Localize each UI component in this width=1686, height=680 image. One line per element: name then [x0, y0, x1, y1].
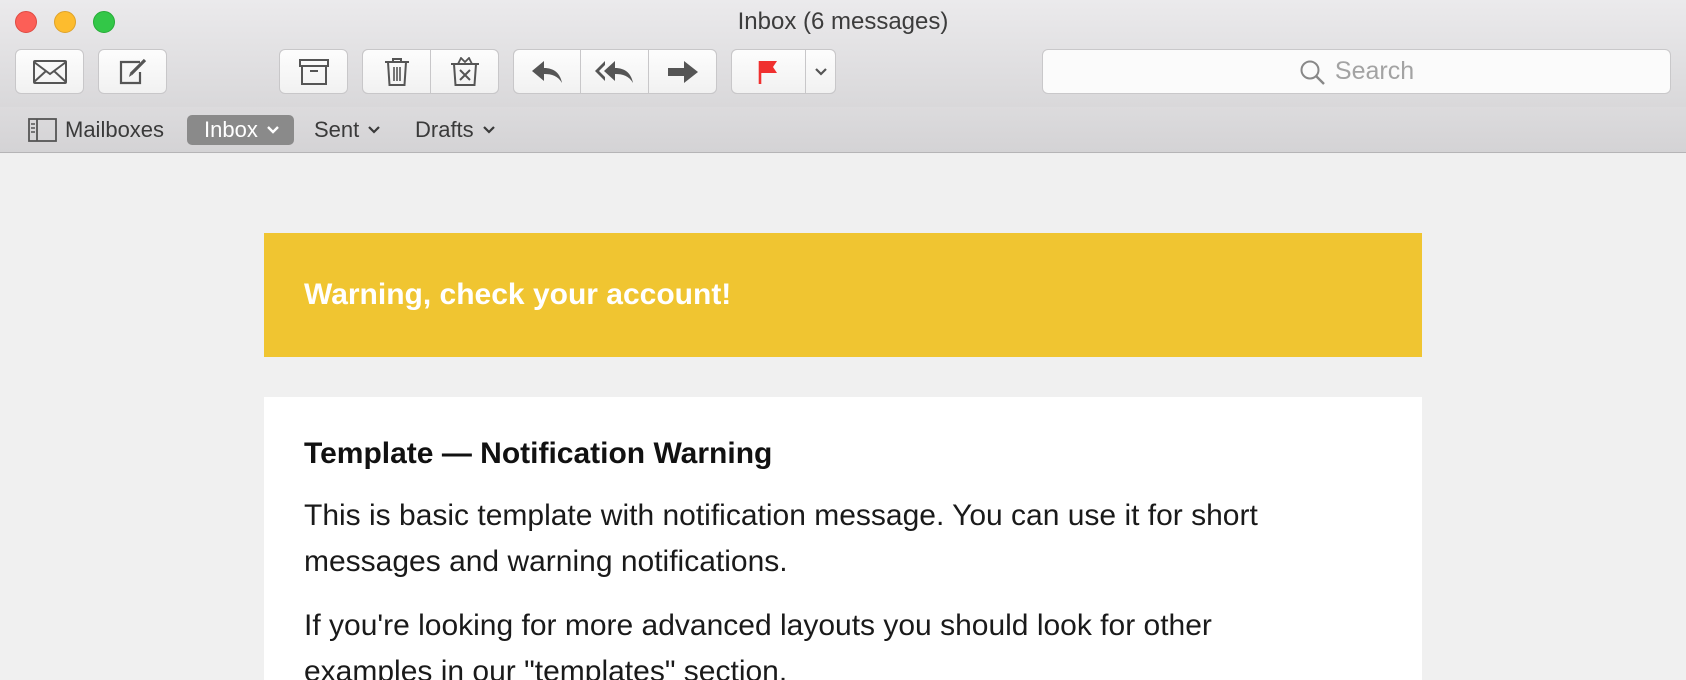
archive-button[interactable]	[279, 49, 348, 94]
envelope-icon	[32, 59, 67, 84]
message-paragraph: If you're looking for more advanced layo…	[304, 609, 1212, 680]
reply-all-icon	[594, 60, 633, 83]
favorites-bar: Mailboxes Inbox Sent Drafts	[0, 107, 1686, 153]
title-toolbar: Inbox (6 messages) Search	[0, 0, 1686, 107]
reply-all-button[interactable]	[581, 49, 648, 94]
warning-banner-text: Warning, check your account!	[304, 278, 732, 311]
chevron-down-icon	[814, 67, 827, 76]
sidebar-icon	[28, 118, 57, 142]
favorite-sent[interactable]: Sent	[314, 115, 381, 145]
compose-icon	[119, 58, 146, 84]
chevron-down-icon	[368, 126, 381, 134]
favorite-drafts[interactable]: Drafts	[415, 115, 496, 145]
search-icon	[1300, 60, 1325, 85]
chevron-down-icon	[266, 126, 279, 134]
delete-button[interactable]	[362, 49, 430, 94]
reply-icon	[532, 60, 562, 83]
sent-label: Sent	[314, 117, 360, 142]
inbox-label: Inbox	[204, 117, 258, 142]
search-input[interactable]: Search	[1042, 49, 1671, 94]
forward-icon	[667, 60, 698, 83]
favorite-inbox[interactable]: Inbox	[187, 115, 294, 145]
compose-button[interactable]	[98, 49, 167, 94]
get-mail-button[interactable]	[15, 49, 84, 94]
drafts-label: Drafts	[415, 117, 474, 142]
flag-icon	[758, 60, 777, 84]
window-title: Inbox (6 messages)	[737, 8, 949, 35]
message-paragraph: This is basic template with notification…	[304, 499, 1258, 578]
archive-icon	[298, 58, 329, 85]
search-placeholder: Search	[1334, 57, 1415, 85]
message-card: Template — Notification Warning This is …	[264, 397, 1422, 680]
chevron-down-icon	[482, 126, 495, 134]
mail-window: Inbox (6 messages) Search Mailboxes Inbo…	[0, 0, 1686, 680]
forward-button[interactable]	[649, 49, 717, 94]
junk-button[interactable]	[431, 49, 499, 94]
junk-icon	[450, 56, 479, 86]
reply-button[interactable]	[513, 49, 580, 94]
mailboxes-label: Mailboxes	[65, 117, 165, 142]
warning-banner: Warning, check your account!	[264, 233, 1422, 357]
flag-button[interactable]	[731, 49, 805, 94]
message-viewer[interactable]: Warning, check your account! Template — …	[0, 154, 1686, 680]
trash-icon	[384, 57, 409, 86]
message-heading: Template — Notification Warning	[304, 437, 773, 470]
flag-menu-button[interactable]	[806, 49, 836, 94]
mailboxes-button[interactable]: Mailboxes	[28, 115, 164, 145]
